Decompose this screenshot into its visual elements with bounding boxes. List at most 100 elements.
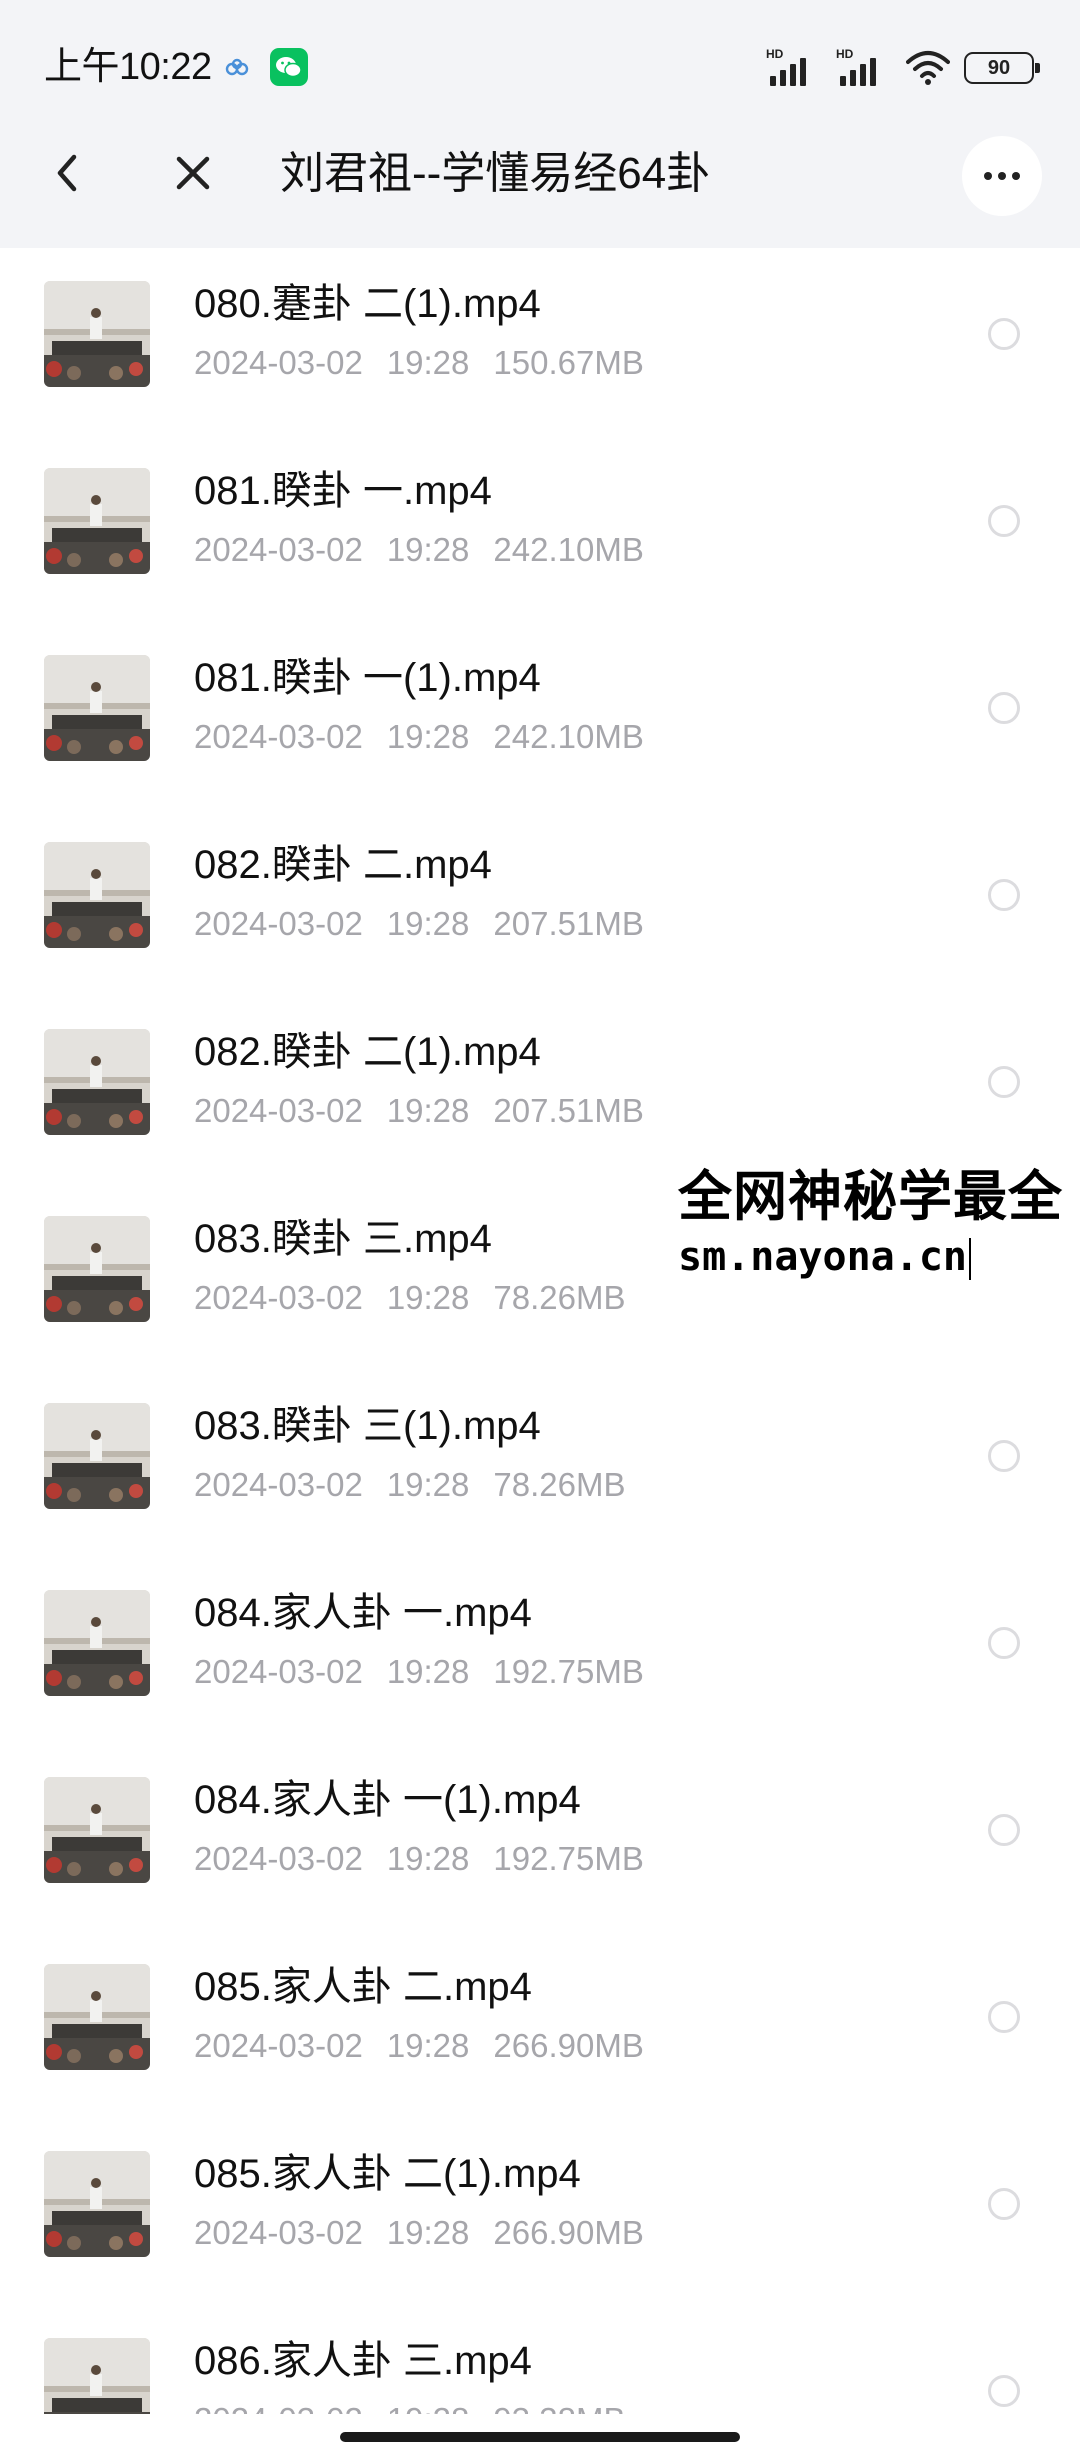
file-date: 2024-03-02 [194, 905, 363, 942]
file-list-item[interactable]: 081.睽卦 一.mp4 2024-03-02 19:28 242.10MB [0, 435, 1080, 622]
text-cursor [968, 1238, 971, 1280]
file-date: 2024-03-02 [194, 531, 363, 568]
file-list-item[interactable]: 081.睽卦 一(1).mp4 2024-03-02 19:28 242.10MB [0, 622, 1080, 809]
file-meta: 2024-03-02 19:28 242.10MB [194, 714, 644, 760]
file-meta: 2024-03-02 19:28 266.90MB [194, 2023, 644, 2069]
file-list-item[interactable]: 083.睽卦 三(1).mp4 2024-03-02 19:28 78.26MB [0, 1370, 1080, 1557]
file-date: 2024-03-02 [194, 1092, 363, 1129]
select-radio[interactable] [988, 2375, 1020, 2407]
file-size: 242.10MB [493, 718, 644, 755]
file-meta: 2024-03-02 19:28 150.67MB [194, 340, 644, 386]
battery-icon: 90 [964, 52, 1040, 84]
file-name: 080.蹇卦 二(1).mp4 [194, 282, 541, 326]
cloud-sync-icon [225, 58, 249, 76]
select-radio[interactable] [988, 2188, 1020, 2220]
file-name: 086.家人卦 三.mp4 [194, 2339, 532, 2383]
file-time: 19:28 [386, 2027, 470, 2064]
select-radio[interactable] [988, 1440, 1020, 1472]
wifi-icon [906, 51, 950, 85]
file-date: 2024-03-02 [194, 1840, 363, 1877]
file-name: 084.家人卦 一.mp4 [194, 1591, 532, 1635]
nav-bar: 刘君祖--学懂易经64卦 [0, 100, 1080, 248]
file-size: 266.90MB [493, 2214, 644, 2251]
file-size: 242.10MB [493, 531, 644, 568]
file-list-item[interactable]: 082.睽卦 二.mp4 2024-03-02 19:28 207.51MB [0, 809, 1080, 996]
file-meta: 2024-03-02 19:28 78.26MB [194, 1462, 626, 1508]
file-time: 19:28 [386, 1653, 470, 1690]
video-thumbnail [44, 2151, 150, 2257]
file-name: 082.睽卦 二(1).mp4 [194, 1030, 541, 1074]
file-list-item[interactable]: 086.家人卦 三.mp4 2024-03-02 19:28 93.38MB [0, 2305, 1080, 2414]
watermark-line1: 全网神秘学最全 [678, 1165, 1063, 1228]
home-indicator[interactable] [340, 2432, 740, 2442]
file-time: 19:28 [386, 905, 470, 942]
file-list-item[interactable]: 080.蹇卦 二(1).mp4 2024-03-02 19:28 150.67MB [0, 248, 1080, 435]
select-radio[interactable] [988, 2001, 1020, 2033]
select-radio[interactable] [988, 1066, 1020, 1098]
status-bar: 上午10:22 HD HD 90 [0, 0, 1080, 100]
file-time: 19:28 [387, 2397, 470, 2414]
file-time: 19:28 [386, 1092, 470, 1129]
file-date: 2024-03-02 [194, 718, 363, 755]
watermark-line2: sm.nayona.cn [678, 1230, 1080, 1284]
select-radio[interactable] [988, 692, 1020, 724]
close-button[interactable] [166, 146, 220, 200]
file-time: 19:28 [386, 1466, 470, 1503]
file-size: 78.26MB [493, 1279, 626, 1316]
select-radio[interactable] [988, 879, 1020, 911]
file-size: 78.26MB [493, 1466, 626, 1503]
file-size: 207.51MB [493, 905, 644, 942]
status-time: 上午10:22 [44, 46, 212, 88]
file-name: 085.家人卦 二(1).mp4 [194, 2152, 581, 2196]
status-icons: HD HD 90 [766, 46, 1040, 90]
file-size: 266.90MB [493, 2027, 644, 2064]
video-thumbnail [44, 468, 150, 574]
file-time: 19:28 [386, 1279, 470, 1316]
back-button[interactable] [40, 146, 94, 200]
file-list: 080.蹇卦 二(1).mp4 2024-03-02 19:28 150.67MB 08… [0, 248, 1080, 2414]
file-date: 2024-03-02 [194, 1466, 363, 1503]
select-radio[interactable] [988, 318, 1020, 350]
file-list-item[interactable]: 084.家人卦 一.mp4 2024-03-02 19:28 192.75MB [0, 1557, 1080, 1744]
file-meta: 2024-03-02 19:28 192.75MB [194, 1836, 644, 1882]
file-meta: 2024-03-02 19:28 207.51MB [194, 1088, 644, 1134]
select-radio[interactable] [988, 1814, 1020, 1846]
file-date: 2024-03-02 [194, 2397, 363, 2414]
file-name: 085.家人卦 二.mp4 [194, 1965, 532, 2009]
file-date: 2024-03-02 [194, 1653, 363, 1690]
file-time: 19:28 [386, 1840, 470, 1877]
file-time: 19:28 [386, 531, 470, 568]
page-title: 刘君祖--学懂易经64卦 [280, 149, 711, 198]
file-list-item[interactable]: 085.家人卦 二(1).mp4 2024-03-02 19:28 266.90MB [0, 2118, 1080, 2305]
file-name: 081.睽卦 一.mp4 [194, 469, 492, 513]
video-thumbnail [44, 1403, 150, 1509]
video-thumbnail [44, 1590, 150, 1696]
file-list-item[interactable]: 085.家人卦 二.mp4 2024-03-02 19:28 266.90MB [0, 1931, 1080, 2118]
video-thumbnail [44, 842, 150, 948]
video-thumbnail [44, 1029, 150, 1135]
battery-level: 90 [987, 56, 1011, 79]
close-icon [176, 156, 210, 190]
select-radio[interactable] [988, 505, 1020, 537]
file-meta: 2024-03-02 19:28 192.75MB [194, 1649, 644, 1695]
file-date: 2024-03-02 [194, 1279, 363, 1316]
file-time: 19:28 [386, 344, 470, 381]
chevron-left-icon [57, 154, 77, 192]
select-radio[interactable] [988, 1627, 1020, 1659]
more-button[interactable] [962, 136, 1042, 216]
file-meta: 2024-03-02 19:28 207.51MB [194, 901, 644, 947]
file-list-item[interactable]: 082.睽卦 二(1).mp4 2024-03-02 19:28 207.51MB [0, 996, 1080, 1183]
file-meta: 2024-03-02 19:28 93.38MB [194, 2397, 626, 2414]
file-size: 192.75MB [493, 1653, 644, 1690]
file-name: 083.睽卦 三.mp4 [194, 1217, 492, 1261]
file-list-item[interactable]: 084.家人卦 一(1).mp4 2024-03-02 19:28 192.75MB [0, 1744, 1080, 1931]
video-thumbnail [44, 1216, 150, 1322]
file-size: 207.51MB [493, 1092, 644, 1129]
file-name: 081.睽卦 一(1).mp4 [194, 656, 541, 700]
video-thumbnail [44, 281, 150, 387]
file-name: 082.睽卦 二.mp4 [194, 843, 492, 887]
wechat-icon [270, 48, 308, 86]
file-size: 93.38MB [493, 2397, 625, 2414]
file-date: 2024-03-02 [194, 344, 363, 381]
file-meta: 2024-03-02 19:28 242.10MB [194, 527, 644, 573]
